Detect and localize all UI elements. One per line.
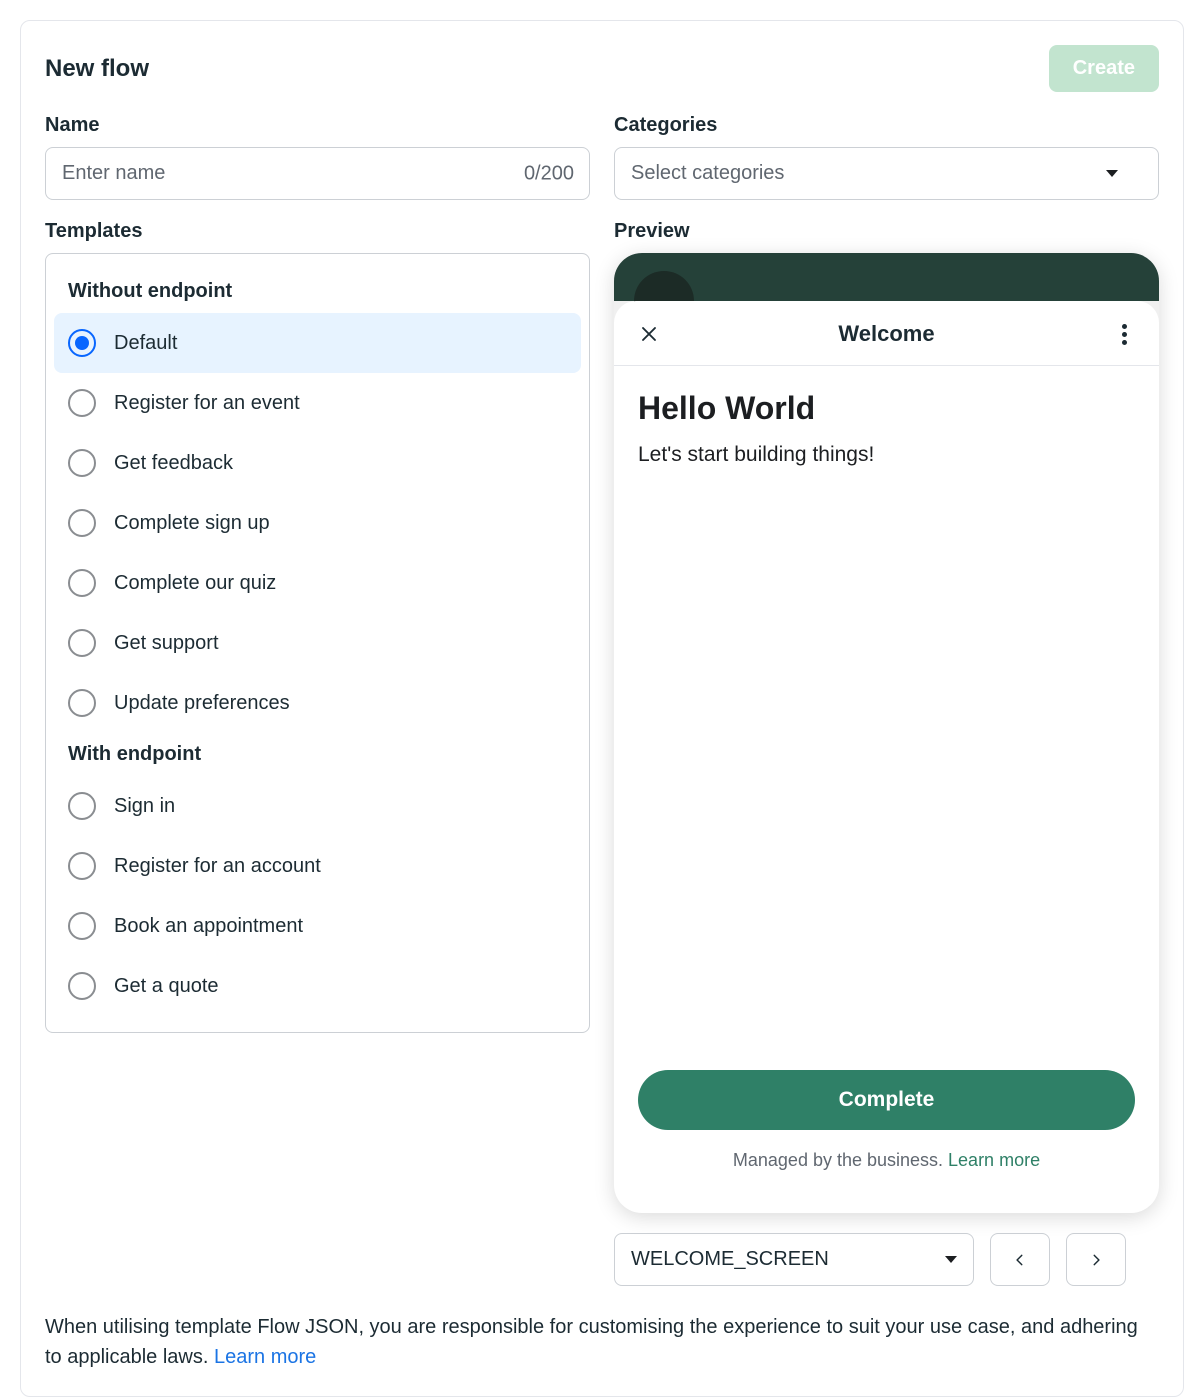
template-option-book-appointment[interactable]: Book an appointment [54,896,581,956]
sheet-body: Hello World Let's start building things! [614,366,1159,1070]
managed-label: Managed by the business. [733,1150,948,1170]
managed-learn-more-link[interactable]: Learn more [948,1150,1040,1170]
template-option-sign-in[interactable]: Sign in [54,776,581,836]
screen-select[interactable]: WELCOME_SCREEN [614,1233,974,1286]
template-option-get-support[interactable]: Get support [54,613,581,673]
template-option-complete-sign-up[interactable]: Complete sign up [54,493,581,553]
template-option-default[interactable]: Default [54,313,581,373]
left-column: Name 0/200 Templates Without endpoint De… [45,114,590,1286]
template-label: Register for an event [114,392,300,415]
radio-icon [68,792,96,820]
preview-label: Preview [614,220,1159,243]
close-icon[interactable] [638,323,660,345]
group-heading-with-endpoint: With endpoint [54,733,581,776]
radio-icon [68,852,96,880]
sheet-title: Welcome [838,321,934,347]
template-label: Book an appointment [114,915,303,938]
template-label: Register for an account [114,855,321,878]
modal-header: New flow Create [45,45,1159,92]
modal-title: New flow [45,55,149,83]
template-option-complete-quiz[interactable]: Complete our quiz [54,553,581,613]
radio-icon [68,912,96,940]
name-char-count: 0/200 [524,162,574,185]
radio-icon [68,509,96,537]
categories-label: Categories [614,114,1159,137]
preview-chat-background [614,253,1159,301]
template-label: Get a quote [114,975,219,998]
new-flow-modal: New flow Create Name 0/200 Templates Wit… [20,20,1184,1397]
template-label: Default [114,332,177,355]
footer-learn-more-link[interactable]: Learn more [214,1346,316,1368]
radio-icon [68,689,96,717]
template-label: Get feedback [114,452,233,475]
footer-disclaimer: When utilising template Flow JSON, you a… [45,1312,1159,1372]
name-input-wrap: 0/200 [45,147,590,200]
more-icon[interactable] [1113,323,1135,345]
radio-icon [68,629,96,657]
template-label: Sign in [114,795,175,818]
create-button[interactable]: Create [1049,45,1159,92]
preview-body-text: Let's start building things! [638,443,1135,467]
radio-icon [68,449,96,477]
managed-text: Managed by the business. Learn more [638,1130,1135,1195]
categories-select[interactable]: Select categories [614,147,1159,200]
chevron-down-icon [1106,170,1118,177]
categories-placeholder: Select categories [631,162,784,185]
radio-icon [68,329,96,357]
prev-screen-button[interactable] [990,1233,1050,1286]
sheet-footer: Complete Managed by the business. Learn … [614,1070,1159,1213]
preview-sheet: Welcome Hello World Let's start building… [614,301,1159,1213]
name-input[interactable] [45,147,590,200]
template-label: Update preferences [114,692,290,715]
template-option-get-feedback[interactable]: Get feedback [54,433,581,493]
screen-select-value: WELCOME_SCREEN [631,1248,829,1271]
template-option-update-preferences[interactable]: Update preferences [54,673,581,733]
radio-icon [68,389,96,417]
templates-label: Templates [45,220,590,243]
right-column: Categories Select categories Preview Wel… [614,114,1159,1286]
template-label: Complete our quiz [114,572,276,595]
preview-heading: Hello World [638,390,1135,427]
radio-icon [68,569,96,597]
complete-button[interactable]: Complete [638,1070,1135,1130]
templates-box: Without endpoint Default Register for an… [45,253,590,1033]
template-option-register-event[interactable]: Register for an event [54,373,581,433]
group-heading-without-endpoint: Without endpoint [54,270,581,313]
radio-icon [68,972,96,1000]
template-label: Get support [114,632,219,655]
template-option-get-quote[interactable]: Get a quote [54,956,581,1016]
chevron-down-icon [945,1256,957,1263]
sheet-header: Welcome [614,301,1159,366]
preview-device: Welcome Hello World Let's start building… [614,253,1159,1213]
name-label: Name [45,114,590,137]
footer-text: When utilising template Flow JSON, you a… [45,1316,1138,1368]
screen-selector-row: WELCOME_SCREEN [614,1233,1159,1286]
template-option-register-account[interactable]: Register for an account [54,836,581,896]
next-screen-button[interactable] [1066,1233,1126,1286]
template-label: Complete sign up [114,512,270,535]
